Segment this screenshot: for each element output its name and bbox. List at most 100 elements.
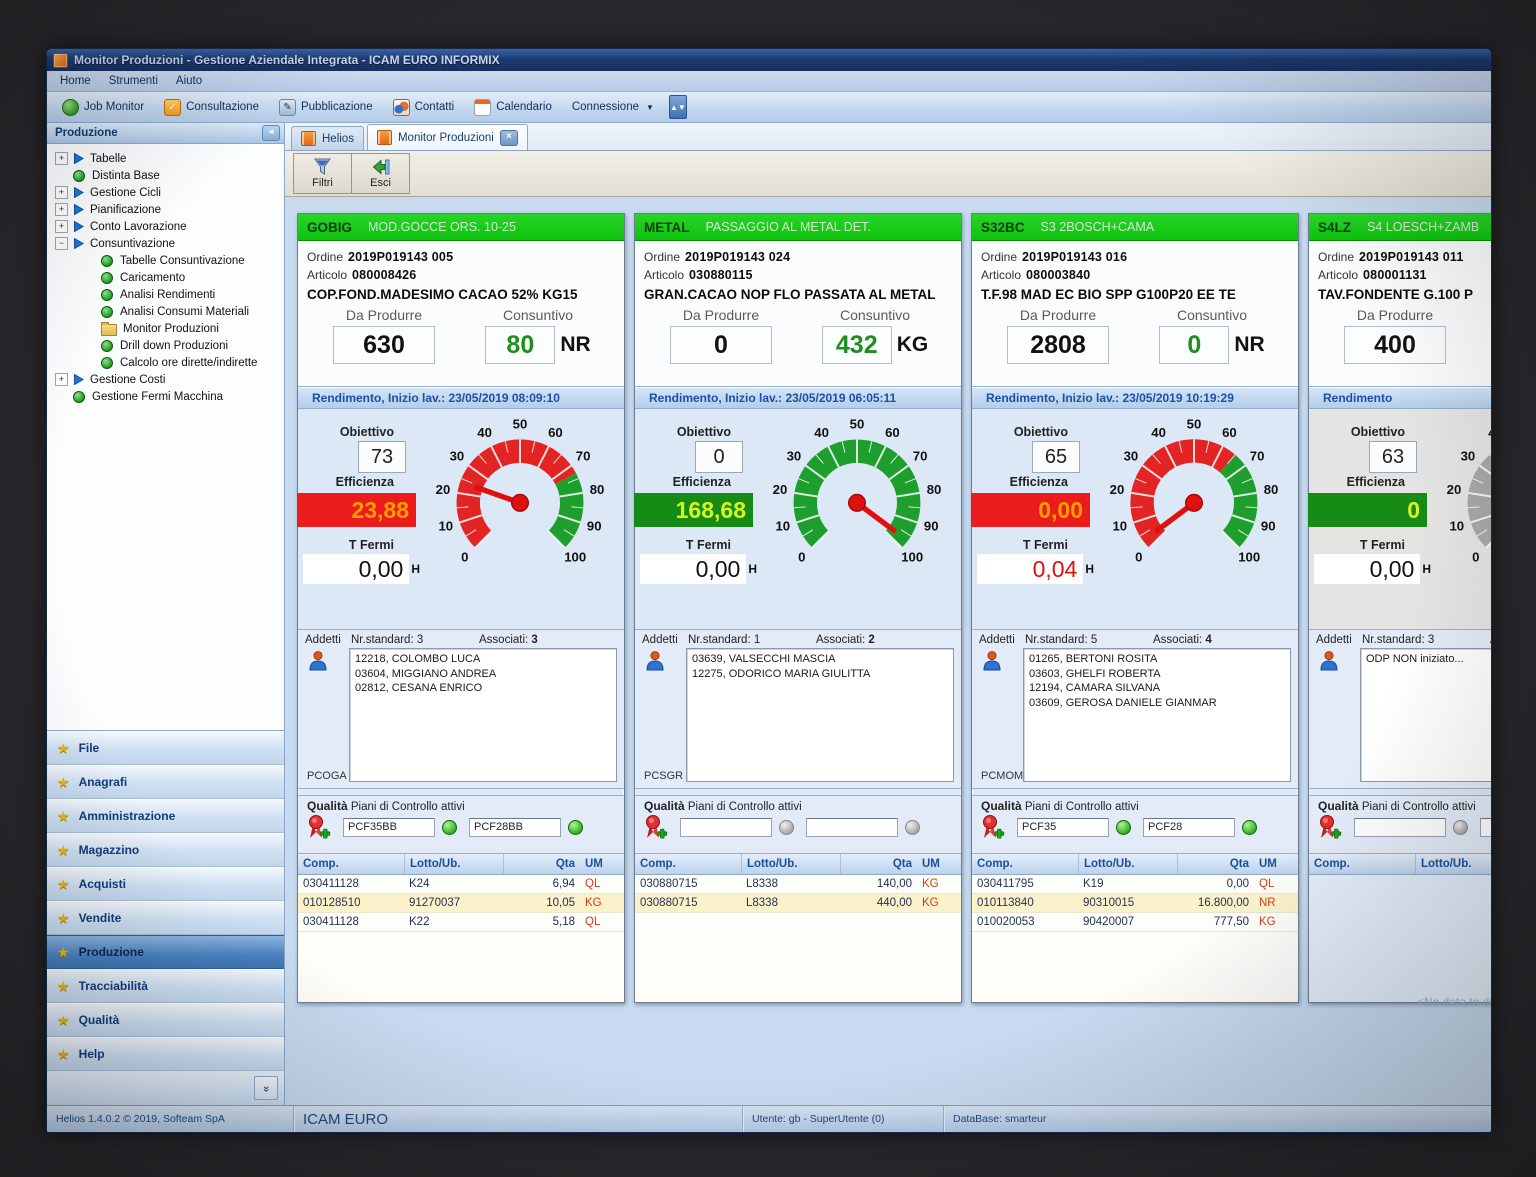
tree-item-distinta-base[interactable]: Distinta Base [49, 167, 282, 184]
component-row[interactable]: 01002005390420007777,50KG [972, 913, 1298, 932]
operators-list[interactable]: 03639, VALSECCHI MASCIA12275, ODORICO MA… [686, 648, 954, 782]
component-row[interactable]: 030880715L8338440,00KG [635, 894, 961, 913]
tree-item-analisi-consumi-materiali[interactable]: Analisi Consumi Materiali [49, 303, 282, 320]
component-row[interactable]: 030411128K225,18QL [298, 913, 624, 932]
sidebar-item-magazzino[interactable]: ★Magazzino [47, 833, 284, 867]
component-row[interactable]: 030411795K190,00QL [972, 875, 1298, 894]
toolbar-consultazione[interactable]: ✓Consultazione [155, 96, 268, 119]
component-row[interactable]: 030880715L8338140,00KG [635, 875, 961, 894]
tab-helios[interactable]: Helios [291, 126, 364, 150]
tree-expander[interactable]: + [55, 373, 68, 386]
sidebar-item-vendite[interactable]: ★Vendite [47, 901, 284, 935]
toolbar-overflow-button[interactable]: ▲▼ [669, 95, 687, 119]
da-produrre-value: 400 [1344, 326, 1446, 364]
sidebar-item-qualit[interactable]: ★Qualità [47, 1003, 284, 1037]
tree-item-tabelle-consuntivazione[interactable]: Tabelle Consuntivazione [49, 252, 282, 269]
machine-description: S4 LOESCH+ZAMB [1367, 220, 1479, 234]
toolbar-pubblicazione[interactable]: ✎Pubblicazione [270, 96, 382, 119]
obiettivo-value: 73 [358, 441, 406, 473]
nr-standard-value: Nr.standard: 1 [688, 634, 816, 646]
tree-item-caricamento[interactable]: Caricamento [49, 269, 282, 286]
star-icon: ★ [57, 978, 70, 995]
menu-strumenti[interactable]: Strumenti [100, 75, 167, 87]
tree-item-gestione-costi[interactable]: +Gestione Costi [49, 371, 282, 388]
articolo-label: Articolo [981, 268, 1021, 282]
svg-text:10: 10 [775, 518, 790, 533]
filtri-button[interactable]: Filtri [294, 154, 352, 193]
sidebar-header: Produzione ◄ [47, 123, 284, 144]
control-plan-field[interactable] [806, 818, 898, 837]
components-table: Comp.Lotto/Ub.QtaUM 030411128K246,94QL01… [298, 854, 624, 1002]
t-fermi-value: 0,04 [977, 554, 1083, 584]
control-plan-field[interactable]: PCF35BB [343, 818, 435, 837]
app-window: Monitor Produzioni - Gestione Aziendale … [46, 48, 1492, 1133]
tree-item-conto-lavorazione[interactable]: +Conto Lavorazione [49, 218, 282, 235]
branch-arrow-icon [73, 153, 84, 164]
toolbar-connessione[interactable]: Connessione▼ [563, 98, 663, 116]
piani-controllo-label: Piani di Controllo attivi [1362, 801, 1476, 813]
svg-text:70: 70 [1250, 448, 1265, 463]
tree-item-analisi-rendimenti[interactable]: Analisi Rendimenti [49, 286, 282, 303]
operators-list[interactable]: 01265, BERTONI ROSITA03603, GHELFI ROBER… [1023, 648, 1291, 782]
col-comp: Comp. [972, 854, 1079, 874]
sidebar-item-amministrazione[interactable]: ★Amministrazione [47, 799, 284, 833]
tree-item-monitor-produzioni[interactable]: Monitor Produzioni [49, 320, 282, 337]
toolbar-job-monitor[interactable]: Job Monitor [53, 96, 153, 119]
close-icon[interactable]: × [500, 130, 518, 146]
control-plan-field[interactable] [680, 818, 772, 837]
order-info: Ordine2019P019143 024 Articolo030880115 … [635, 241, 961, 387]
tree-expander[interactable]: − [55, 237, 68, 250]
control-plan-field[interactable] [1354, 818, 1446, 837]
control-plan-field[interactable] [1480, 818, 1491, 837]
tree-expander[interactable]: + [55, 220, 68, 233]
app-icon [53, 53, 68, 68]
tree-item-consuntivazione[interactable]: −Consuntivazione [49, 235, 282, 252]
comp-cell: 010020053 [972, 916, 1078, 928]
control-plan-field[interactable]: PCF28 [1143, 818, 1235, 837]
lotto-cell: 90310015 [1078, 897, 1176, 909]
obiettivo-label: Obiettivo [1014, 425, 1068, 439]
component-row[interactable]: 0101138409031001516.800,00NR [972, 894, 1298, 913]
nr-standard-value: Nr.standard: 3 [1362, 634, 1490, 646]
tree-item-tabelle[interactable]: +Tabelle [49, 150, 282, 167]
production-card-gobig: GOBIGMOD.GOCCE ORS. 10-25 Ordine2019P019… [297, 213, 625, 1003]
toolbar-contatti[interactable]: Contatti [384, 96, 464, 119]
tree-item-gestione-cicli[interactable]: +Gestione Cicli [49, 184, 282, 201]
tree-expander[interactable]: + [55, 203, 68, 216]
machine-code: S32BC [981, 220, 1025, 235]
piani-controllo-label: Piani di Controllo attivi [351, 801, 465, 813]
sidebar-item-tracciabilit[interactable]: ★Tracciabilità [47, 969, 284, 1003]
menu-aiuto[interactable]: Aiuto [167, 75, 211, 87]
col-qta: Qta [841, 854, 917, 874]
operators-list[interactable]: 12218, COLOMBO LUCA03604, MIGGIANO ANDRE… [349, 648, 617, 782]
sidebar-collapse-button[interactable]: ◄ [262, 125, 280, 141]
tree-expander[interactable]: + [55, 186, 68, 199]
workcenter-code: PCMOM [981, 770, 1023, 782]
sidebar-item-file[interactable]: ★File [47, 731, 284, 765]
sidebar-item-anagrafi[interactable]: ★Anagrafi [47, 765, 284, 799]
control-plan-led [905, 820, 920, 835]
tree-item-gestione-fermi-macchina[interactable]: Gestione Fermi Macchina [49, 388, 282, 405]
articolo-value: 080003840 [1026, 268, 1090, 282]
title-bar[interactable]: Monitor Produzioni - Gestione Aziendale … [47, 49, 1491, 71]
component-row[interactable]: 0101285109127003710,05KG [298, 894, 624, 913]
sidebar-item-help[interactable]: ★Help [47, 1037, 284, 1071]
sidebar-item-produzione[interactable]: ★Produzione [47, 935, 284, 969]
job-monitor-icon [62, 99, 79, 116]
esci-button[interactable]: Esci [352, 154, 409, 193]
tree-item-pianificazione[interactable]: +Pianificazione [49, 201, 282, 218]
chevron-down-icon[interactable]: » [254, 1076, 278, 1100]
sidebar-item-acquisti[interactable]: ★Acquisti [47, 867, 284, 901]
control-plan-field[interactable]: PCF28BB [469, 818, 561, 837]
control-plan-field[interactable]: PCF35 [1017, 818, 1109, 837]
operators-list[interactable]: ODP NON iniziato... [1360, 648, 1491, 782]
svg-text:90: 90 [587, 518, 602, 533]
ordine-label: Ordine [1318, 250, 1354, 264]
tab-monitor-produzioni[interactable]: Monitor Produzioni× [367, 124, 528, 150]
toolbar-calendario[interactable]: Calendario [465, 96, 561, 119]
tree-expander[interactable]: + [55, 152, 68, 165]
tree-item-calcolo-ore-dirette-indirette[interactable]: Calcolo ore dirette/indirette [49, 354, 282, 371]
menu-home[interactable]: Home [51, 75, 100, 87]
component-row[interactable]: 030411128K246,94QL [298, 875, 624, 894]
tree-item-drill-down-produzioni[interactable]: Drill down Produzioni [49, 337, 282, 354]
